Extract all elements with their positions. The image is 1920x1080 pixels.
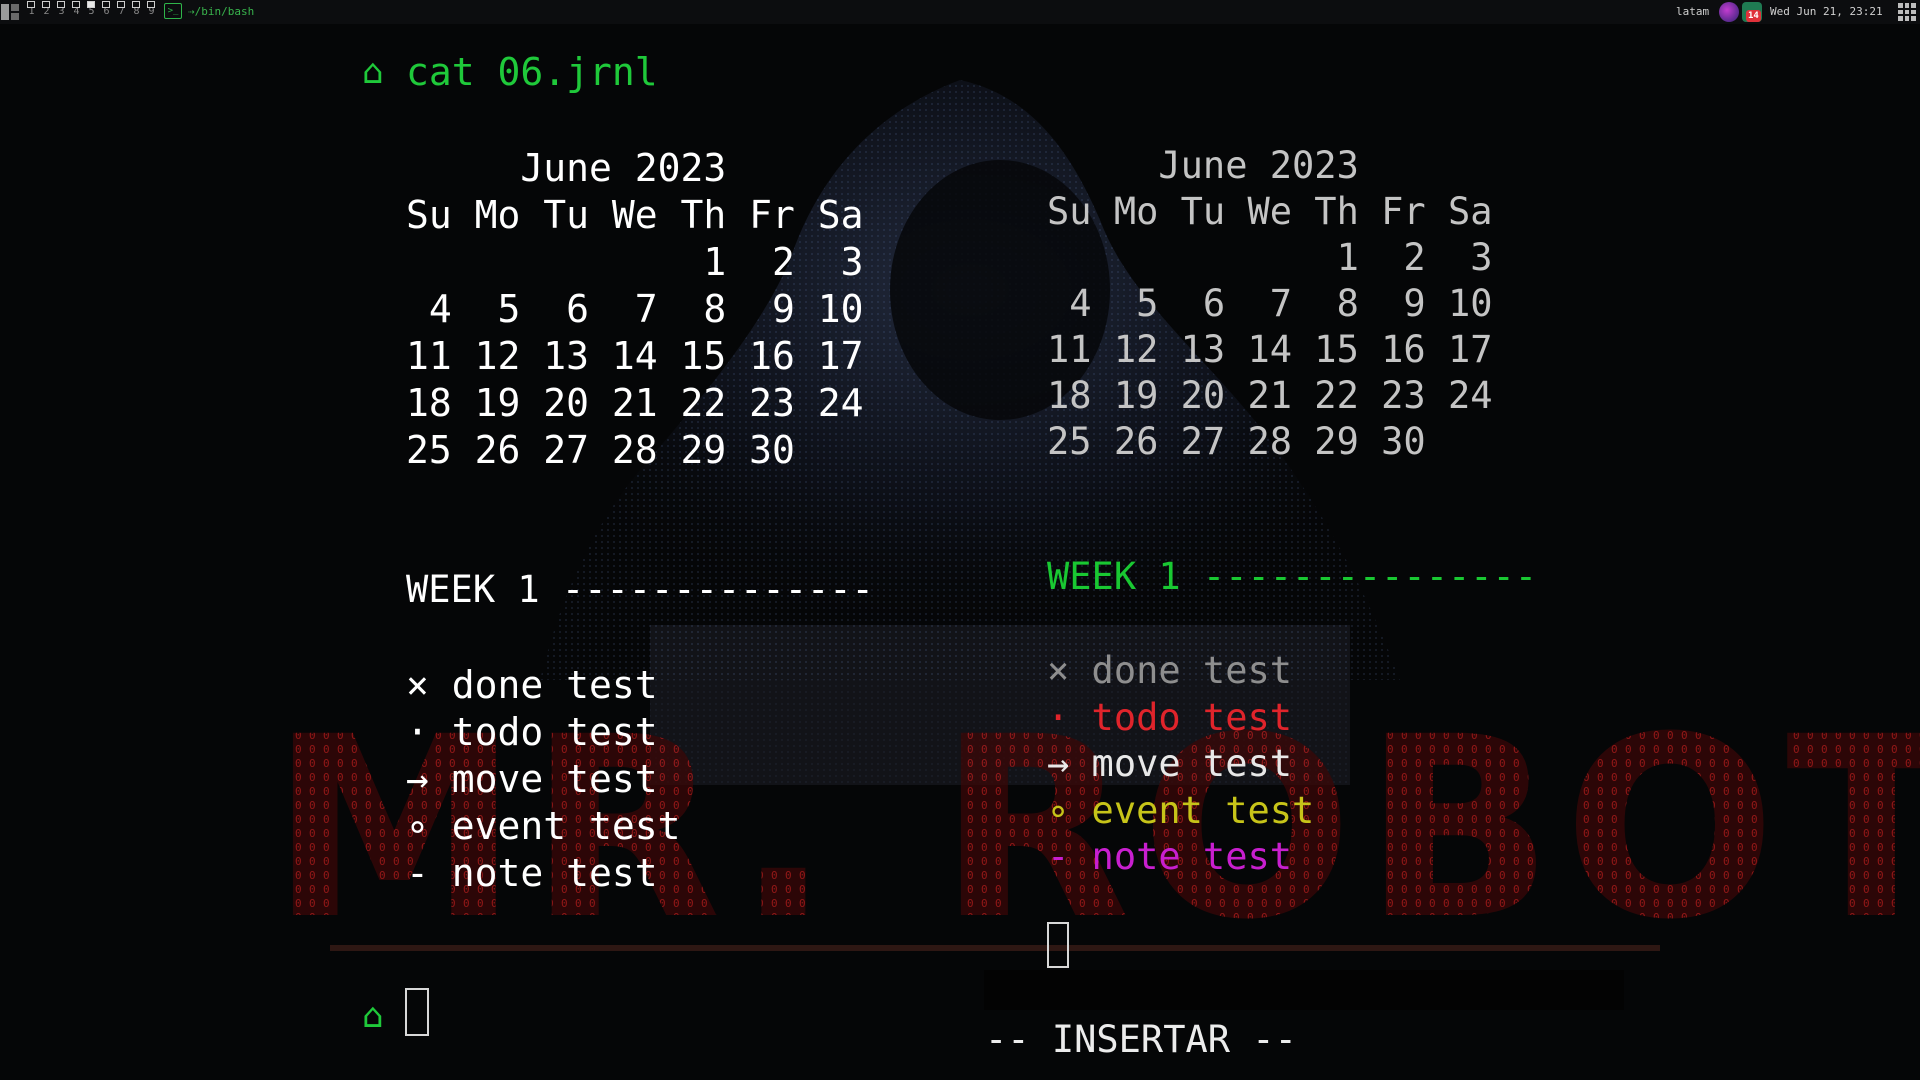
journal-entry-event[interactable]: ∘ event test: [1047, 788, 1314, 835]
journal-entry-text: event test: [1069, 788, 1315, 832]
workspace-7[interactable]: 7: [114, 0, 129, 24]
shell-cursor[interactable]: [405, 988, 429, 1036]
move-bullet-icon: →: [1047, 742, 1070, 785]
journal-entry-done[interactable]: × done test: [1047, 648, 1314, 695]
todo-bullet-icon: ·: [406, 710, 429, 754]
wallpaper-background: 0 MR. ROBOT: [0, 0, 1920, 1080]
workspace-indicator: [87, 1, 95, 8]
editor-cursor[interactable]: [1047, 922, 1069, 968]
workspace-6[interactable]: 6: [99, 0, 114, 24]
notification-icon[interactable]: 14: [1742, 2, 1762, 22]
workspace-indicator: [132, 1, 140, 8]
journal-entry-todo[interactable]: · todo test: [1047, 695, 1314, 742]
firefox-icon[interactable]: [1719, 2, 1739, 22]
journal-entry-todo: · todo test: [406, 709, 681, 756]
journal-entry-text: note test: [428, 851, 658, 895]
workspace-indicator: [57, 1, 65, 8]
vim-mode-indicator: -- INSERTAR --: [985, 1018, 1297, 1061]
workspace-8[interactable]: 8: [129, 0, 144, 24]
command-line: cat 06.jrnl: [406, 50, 658, 94]
journal-entry-event: ∘ event test: [406, 803, 681, 850]
workspace-2[interactable]: 2: [39, 0, 54, 24]
workspace-list: 123456789: [24, 0, 159, 24]
note-bullet-icon: -: [406, 851, 429, 895]
workspace-indicator: [72, 1, 80, 8]
window-title: ⇢/bin/bash: [188, 5, 255, 18]
calendar-cal-output: June 2023 Su Mo Tu We Th Fr Sa 1 2 3 4 5…: [406, 146, 864, 472]
journal-entry-text: done test: [1069, 649, 1293, 692]
journal-entry-move[interactable]: → move test: [1047, 741, 1314, 788]
journal-entry-move: → move test: [406, 756, 681, 803]
workspace-5[interactable]: 5: [84, 0, 99, 24]
workspace-indicator: [42, 1, 50, 8]
layout-icon[interactable]: [0, 2, 20, 22]
workspace-1[interactable]: 1: [24, 0, 39, 24]
top-status-bar: 123456789 >_ ⇢/bin/bash latam 14 Wed Jun…: [0, 0, 1920, 24]
week-header-highlighted: WEEK 1 ---------------: [1047, 555, 1538, 598]
event-bullet-icon: ∘: [406, 804, 429, 848]
journal-entry-done: × done test: [406, 662, 681, 709]
journal-entries-colored[interactable]: × done test · todo test → move test ∘ event…: [1047, 648, 1314, 881]
journal-entries-plain: × done test · todo test → move test ∘ event…: [406, 662, 681, 897]
terminal-icon: >_: [164, 3, 182, 19]
todo-bullet-icon: ·: [1047, 695, 1070, 739]
done-bullet-icon: ×: [1047, 649, 1070, 692]
clock: Wed Jun 21, 23:21: [1770, 5, 1883, 18]
prompt-home-icon: ⌂: [362, 996, 384, 1036]
workspace-9[interactable]: 9: [144, 0, 159, 24]
note-bullet-icon: -: [1047, 835, 1070, 878]
workspace-3[interactable]: 3: [54, 0, 69, 24]
journal-entry-note[interactable]: - note test: [1047, 834, 1314, 881]
workspace-indicator: [102, 1, 110, 8]
move-bullet-icon: →: [406, 757, 429, 801]
workspace-indicator: [117, 1, 125, 8]
event-bullet-icon: ∘: [1047, 788, 1070, 832]
workspace-indicator: [27, 1, 35, 8]
keyboard-layout-indicator[interactable]: latam: [1676, 0, 1709, 24]
notification-count: 14: [1746, 10, 1761, 22]
done-bullet-icon: ×: [406, 663, 429, 707]
calendar-vim-buffer: June 2023 Su Mo Tu We Th Fr Sa 1 2 3 4 5…: [1047, 144, 1493, 463]
journal-entry-text: move test: [428, 757, 658, 801]
journal-entry-text: event test: [428, 804, 681, 848]
journal-entry-note: - note test: [406, 850, 681, 897]
journal-entry-text: done test: [428, 663, 658, 707]
workspace-indicator: [147, 1, 155, 8]
week-header: WEEK 1 --------------: [406, 568, 874, 611]
prompt-home-icon: ⌂: [362, 52, 384, 92]
journal-entry-text: todo test: [428, 710, 658, 754]
journal-entry-text: move test: [1069, 742, 1293, 785]
workspace-4[interactable]: 4: [69, 0, 84, 24]
app-grid-icon[interactable]: [1898, 3, 1916, 21]
journal-entry-text: todo test: [1069, 695, 1293, 739]
journal-entry-text: note test: [1069, 835, 1293, 878]
vim-command-bar: [984, 970, 1624, 1010]
